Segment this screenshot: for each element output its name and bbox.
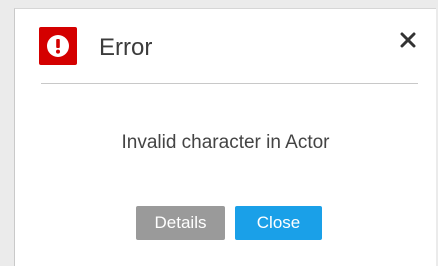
dialog-header: Error: [15, 9, 436, 85]
details-button[interactable]: Details: [136, 206, 225, 240]
exclamation-icon: [47, 35, 69, 57]
dialog-message: Invalid character in Actor: [121, 132, 330, 153]
dialog-title: Error: [99, 34, 153, 61]
error-alert-icon: [39, 27, 77, 65]
close-icon[interactable]: [395, 27, 421, 53]
error-dialog: Error Invalid character in Actor Details…: [14, 8, 436, 266]
header-divider: [41, 83, 418, 84]
close-button[interactable]: Close: [235, 206, 322, 240]
